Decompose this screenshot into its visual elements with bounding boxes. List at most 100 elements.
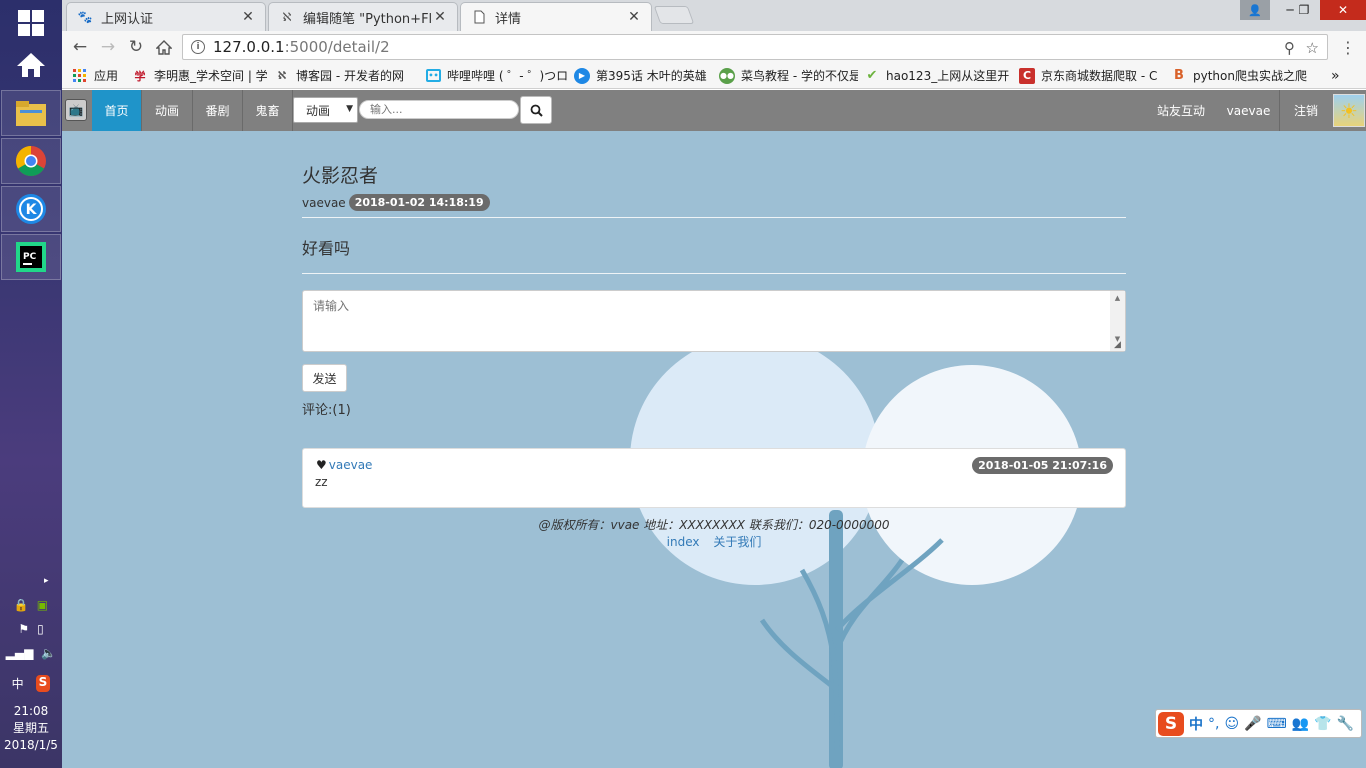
home-button[interactable] [152, 36, 176, 58]
footer-copyright: @版权所有：vvae 地址：XXXXXXXX 联系我们：020-0000000 [538, 518, 890, 532]
file-explorer-button[interactable] [1, 90, 61, 136]
bookmark-apps[interactable]: 应用 [62, 64, 126, 88]
svg-text:PC: PC [23, 252, 37, 262]
sogou-logo-icon[interactable]: S [1158, 711, 1184, 736]
send-button[interactable]: 发送 [302, 364, 347, 392]
post-author: vaevae [302, 195, 346, 210]
nav-username[interactable]: vaevae [1218, 90, 1280, 131]
nav-item-home[interactable]: 首页 [92, 90, 142, 131]
nav-logout[interactable]: 注销 [1280, 90, 1332, 131]
star-icon[interactable]: ☆ [1306, 39, 1319, 57]
footer-link-about[interactable]: 关于我们 [713, 535, 761, 549]
tray-usb-icon[interactable]: ▯ [37, 622, 44, 636]
runoob-icon: ●● [719, 67, 735, 84]
browser-toolbar: ← → ↻ i 127.0.0.1:5000/detail/2 ⚲ ☆ ⋮ [62, 31, 1366, 63]
bookmark-runoob[interactable]: ●● 菜鸟教程 - 学的不仅是 [713, 64, 858, 88]
home-icon [17, 53, 45, 77]
nav-community[interactable]: 站友互动 [1144, 90, 1218, 131]
back-button[interactable]: ← [68, 36, 92, 58]
bookmark-csdn[interactable]: C 京东商城数据爬取 - C [1013, 64, 1165, 88]
footer-link-index[interactable]: index [667, 535, 700, 549]
start-button[interactable] [1, 0, 61, 46]
profile-button[interactable]: 👤 [1240, 0, 1270, 20]
nav-item-animation[interactable]: 动画 [142, 90, 193, 131]
tray-nvidia-icon[interactable]: ▣ [37, 598, 48, 612]
tray-ime-indicator[interactable]: 中 [12, 675, 24, 692]
avatar[interactable]: ☀ [1333, 94, 1365, 127]
tray-lock-icon[interactable]: 🔒 [14, 598, 29, 612]
bookmark-python-crawler[interactable]: B python爬虫实战之爬 [1165, 64, 1325, 88]
browser-window: 🐾 上网认证 ✕ ℵ 编辑随笔 "Python+Flask ✕ 详情 ✕ 👤 ─… [62, 0, 1366, 768]
tab-detail[interactable]: 详情 ✕ [460, 2, 652, 31]
keyboard-icon[interactable]: ⌨ [1267, 716, 1287, 732]
tab-edit-post[interactable]: ℵ 编辑随笔 "Python+Flask ✕ [268, 2, 458, 31]
emoji-icon[interactable]: ☺ [1224, 716, 1239, 732]
bookmark-scholar[interactable]: 学 李明惠_学术空间 | 学 [126, 64, 268, 88]
bookmark-bilibili[interactable]: •• 哔哩哔哩 ( ゜- ゜)つロ [420, 64, 568, 88]
ime-punctuation-toggle[interactable]: °, [1208, 716, 1219, 732]
bookmark-hao123[interactable]: ✔ hao123_上网从这里开 [858, 64, 1013, 88]
resize-handle-icon[interactable]: ◢ [1114, 340, 1121, 350]
divider [302, 273, 1126, 274]
bookmark-cnblogs[interactable]: ℵ 博客园 - 开发者的网 [268, 64, 420, 88]
heart-icon: ♥ [316, 458, 327, 472]
tray-expand-icon[interactable]: ▸ [44, 576, 49, 586]
document-icon [471, 9, 487, 25]
comment-text: zz [315, 475, 328, 489]
tray-network-icon[interactable]: ▂▄▆ [6, 646, 34, 660]
bookmark-naruto-episode[interactable]: ▶ 第395话 木叶的英雄 [568, 64, 713, 88]
search-icon [530, 104, 543, 117]
tray-sogou-icon[interactable]: S [35, 675, 51, 692]
category-select[interactable]: 动画 ▼ [293, 97, 358, 123]
user-group-icon[interactable]: 👥 [1292, 716, 1309, 732]
bookmark-label: 李明惠_学术空间 | 学 [154, 69, 268, 83]
taskbar-clock[interactable]: 21:08 星期五 2018/1/5 [0, 703, 62, 754]
sun-icon: ☀ [1340, 98, 1358, 123]
skin-shirt-icon[interactable]: 👕 [1314, 716, 1331, 732]
ime-mode-toggle[interactable]: 中 [1189, 714, 1203, 734]
tab-title: 上网认证 [101, 11, 154, 27]
b-logo-icon: B [1174, 68, 1184, 83]
restore-button[interactable]: ❐ [1290, 0, 1318, 20]
scroll-up-icon: ▲ [1114, 294, 1121, 302]
nav-item-bangumi[interactable]: 番剧 [193, 90, 243, 131]
tab-login[interactable]: 🐾 上网认证 ✕ [66, 2, 266, 31]
comment-textarea[interactable] [302, 290, 1126, 352]
tray-flag-icon[interactable]: ⚑ [18, 622, 29, 636]
bookmarks-overflow[interactable]: » [1325, 64, 1349, 88]
search-button[interactable] [520, 96, 552, 124]
forward-button[interactable]: → [96, 36, 120, 58]
chrome-taskbar-button[interactable] [1, 138, 61, 184]
tab-title: 详情 [495, 11, 522, 27]
kugou-taskbar-button[interactable]: K [1, 186, 61, 232]
bilibili-icon: •• [426, 69, 441, 82]
search-input[interactable] [359, 100, 519, 119]
nav-item-guichu[interactable]: 鬼畜 [243, 90, 293, 131]
home-button[interactable] [1, 42, 61, 88]
tv-logo-icon[interactable]: 📺 [65, 99, 87, 121]
close-icon[interactable]: ✕ [433, 9, 447, 25]
clock-date: 2018/1/5 [4, 738, 58, 752]
send-button-label: 发送 [312, 371, 337, 386]
reload-button[interactable]: ↻ [124, 36, 148, 58]
new-tab-button[interactable] [653, 6, 695, 24]
close-icon[interactable]: ✕ [627, 9, 641, 25]
post-title: 火影忍者 [302, 165, 379, 187]
menu-button[interactable]: ⋮ [1336, 36, 1360, 58]
wrench-icon[interactable]: 🔧 [1337, 716, 1354, 732]
comment-author-name: vaevae [328, 458, 373, 472]
info-icon[interactable]: i [191, 40, 205, 54]
paw-icon: 🐾 [77, 10, 93, 24]
zoom-icon[interactable]: ⚲ [1284, 39, 1295, 57]
address-bar[interactable]: i 127.0.0.1:5000/detail/2 ⚲ ☆ [182, 34, 1328, 60]
arrow-left-icon: ← [72, 37, 88, 57]
microphone-icon[interactable]: 🎤 [1244, 716, 1261, 732]
close-window-button[interactable]: ✕ [1320, 0, 1366, 20]
bookmark-label: python爬虫实战之爬 [1193, 69, 1307, 83]
comments-heading: 评论:(1) [302, 403, 351, 418]
close-icon[interactable]: ✕ [241, 9, 255, 25]
comment-author[interactable]: ♥ vaevae [316, 458, 372, 472]
pycharm-taskbar-button[interactable]: PC [1, 234, 61, 280]
chevron-double-right-icon: » [1331, 67, 1340, 84]
tray-volume-icon[interactable]: 🔈 [41, 646, 56, 660]
